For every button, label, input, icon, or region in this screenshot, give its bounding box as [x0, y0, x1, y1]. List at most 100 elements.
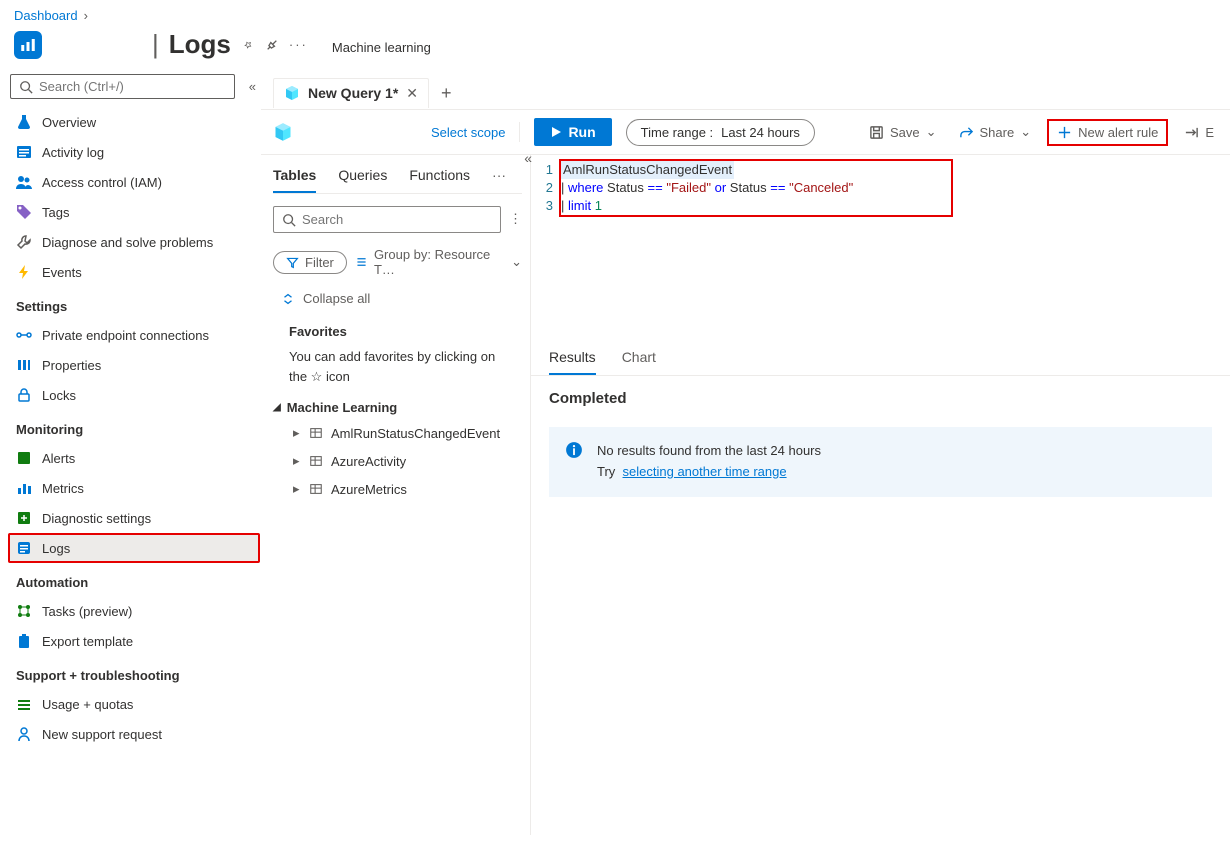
chart-tab[interactable]: Chart: [622, 339, 656, 375]
nav-label: Tasks (preview): [42, 604, 132, 619]
group-by-label: Group by: Resource T…: [374, 247, 505, 277]
sidebar-search-input[interactable]: [39, 79, 226, 94]
kebab-icon[interactable]: ⋮: [509, 211, 522, 227]
nav-activity-log[interactable]: Activity log: [8, 137, 260, 167]
info-try-label: Try: [597, 464, 615, 479]
table-icon: [309, 426, 323, 440]
caret-right-icon: ▸: [293, 425, 301, 441]
save-button[interactable]: Save ⌄: [865, 120, 941, 144]
collapse-sidebar-icon[interactable]: «: [249, 79, 256, 94]
search-icon: [282, 213, 296, 227]
bolt-icon: [16, 264, 32, 280]
select-scope-link[interactable]: Select scope: [431, 125, 505, 140]
more-tabs[interactable]: ···: [492, 167, 506, 193]
people-icon: [16, 174, 32, 190]
nav-overview[interactable]: Overview: [8, 107, 260, 137]
nav-label: Diagnostic settings: [42, 511, 151, 526]
query-tab-label: New Query 1*: [308, 85, 398, 101]
nav-locks[interactable]: Locks: [8, 380, 260, 410]
metrics-icon: [16, 480, 32, 496]
diag-icon: [16, 510, 32, 526]
select-time-range-link[interactable]: selecting another time range: [623, 464, 787, 479]
filter-label: Filter: [305, 255, 334, 270]
properties-icon: [16, 357, 32, 373]
table-item-label: AmlRunStatusChangedEvent: [331, 426, 500, 441]
nav-label: Usage + quotas: [42, 697, 133, 712]
tables-search-input[interactable]: [302, 212, 492, 227]
nav-metrics[interactable]: Metrics: [8, 473, 260, 503]
nav-diagnose[interactable]: Diagnose and solve problems: [8, 227, 260, 257]
new-alert-rule-button[interactable]: New alert rule: [1049, 121, 1166, 144]
collapse-all-label: Collapse all: [303, 291, 370, 306]
resource-subtitle: Machine learning: [332, 40, 431, 55]
time-range-picker[interactable]: Time range : Last 24 hours: [626, 119, 815, 146]
table-item[interactable]: ▸ AzureActivity: [273, 447, 522, 475]
favorites-heading: Favorites: [273, 310, 522, 345]
results-tab[interactable]: Results: [549, 339, 596, 375]
export-icon: [16, 633, 32, 649]
tasks-icon: [16, 603, 32, 619]
group-by-dropdown[interactable]: Group by: Resource T… ⌄: [355, 247, 522, 277]
query-tabs: New Query 1* ✕ +: [261, 70, 1230, 110]
search-icon: [19, 80, 33, 94]
code-area[interactable]: AmlRunStatusChangedEvent | where Status …: [561, 161, 853, 339]
nav-iam[interactable]: Access control (IAM): [8, 167, 260, 197]
nav-label: Alerts: [42, 451, 75, 466]
nav-tags[interactable]: Tags: [8, 197, 260, 227]
nav-label: Access control (IAM): [42, 175, 162, 190]
query-editor[interactable]: 123 AmlRunStatusChangedEvent | where Sta…: [531, 155, 1230, 339]
collapse-pane-icon[interactable]: «: [524, 150, 532, 166]
tables-tab[interactable]: Tables: [273, 167, 316, 193]
section-support: Support + troubleshooting: [8, 656, 260, 689]
nav-label: Metrics: [42, 481, 84, 496]
table-icon: [309, 482, 323, 496]
share-button[interactable]: Share ⌄: [955, 120, 1036, 144]
nav-diagnostic-settings[interactable]: Diagnostic settings: [8, 503, 260, 533]
functions-tab[interactable]: Functions: [409, 167, 470, 193]
add-tab-button[interactable]: +: [429, 78, 464, 108]
chevron-down-icon: ⌄: [511, 254, 522, 270]
nav-alerts[interactable]: Alerts: [8, 443, 260, 473]
close-tab-icon[interactable]: ✕: [406, 85, 418, 102]
nav-label: Logs: [42, 541, 70, 556]
save-label: Save: [890, 125, 920, 140]
list-icon: [16, 144, 32, 160]
collapse-all-button[interactable]: Collapse all: [273, 287, 522, 310]
query-tab[interactable]: New Query 1* ✕: [273, 78, 429, 108]
more-icon[interactable]: ···: [289, 37, 308, 52]
wrench-icon: [16, 234, 32, 250]
lock-icon: [16, 387, 32, 403]
nav-usage-quotas[interactable]: Usage + quotas: [8, 689, 260, 719]
nav-events[interactable]: Events: [8, 257, 260, 287]
filter-icon: [286, 256, 299, 269]
support-icon: [16, 726, 32, 742]
table-item[interactable]: ▸ AmlRunStatusChangedEvent: [273, 419, 522, 447]
tables-pane: « Tables Queries Functions ··· ⋮: [261, 155, 531, 835]
export-button[interactable]: E: [1180, 121, 1218, 144]
ml-category[interactable]: ◢ Machine Learning: [273, 390, 522, 419]
nav-label: Diagnose and solve problems: [42, 235, 213, 250]
table-item[interactable]: ▸ AzureMetrics: [273, 475, 522, 503]
nav-properties[interactable]: Properties: [8, 350, 260, 380]
queries-tab[interactable]: Queries: [338, 167, 387, 193]
nav-tasks[interactable]: Tasks (preview): [8, 596, 260, 626]
nav-export-template[interactable]: Export template: [8, 626, 260, 656]
tables-search[interactable]: [273, 206, 501, 233]
plus-icon: [1057, 125, 1072, 140]
results-status: Completed: [531, 376, 1230, 421]
filter-button[interactable]: Filter: [273, 251, 347, 274]
nav-new-support[interactable]: New support request: [8, 719, 260, 749]
nav-logs[interactable]: Logs: [8, 533, 260, 563]
chevron-down-icon: ⌄: [1020, 124, 1031, 140]
endpoint-icon: [16, 327, 32, 343]
code-highlight-box: [559, 159, 953, 217]
favorites-help-text: You can add favorites by clicking on the…: [273, 345, 522, 390]
run-button[interactable]: Run: [534, 118, 611, 146]
share-label: Share: [980, 125, 1015, 140]
nav-private-endpoint[interactable]: Private endpoint connections: [8, 320, 260, 350]
breadcrumb-dashboard[interactable]: Dashboard: [14, 8, 78, 23]
pin-button[interactable]: [262, 35, 282, 55]
section-settings: Settings: [8, 287, 260, 320]
sidebar-search[interactable]: [10, 74, 235, 99]
pin-icon[interactable]: [241, 38, 255, 52]
